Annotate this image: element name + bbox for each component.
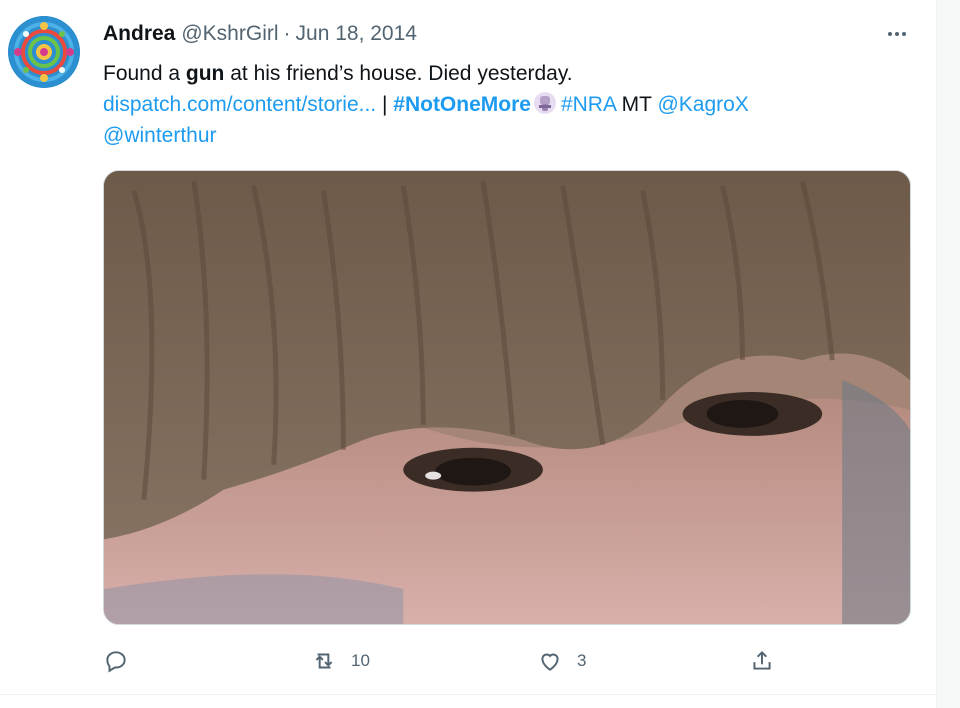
like-count: 3 <box>577 651 587 670</box>
share-button[interactable] <box>749 645 775 677</box>
tweet-line-1: Found a gun at his friend’s house. Died … <box>103 58 903 89</box>
article-link[interactable]: dispatch.com/content/storie... <box>103 93 376 116</box>
right-panel-edge <box>936 0 960 708</box>
mt-text: MT <box>615 93 658 116</box>
retweet-icon <box>315 653 333 669</box>
tweet-actions: 10 3 <box>103 645 803 677</box>
tweet-header: Andrea @KshrGirl · Jun 18, 2014 <box>103 20 417 48</box>
author-name[interactable]: Andrea <box>103 22 175 46</box>
tweet[interactable]: Andrea @KshrGirl · Jun 18, 2014 Found a … <box>0 0 936 708</box>
like-button[interactable]: 3 <box>537 645 586 677</box>
mention-kagrox[interactable]: @KagroX <box>657 93 748 116</box>
heart-icon <box>541 653 559 671</box>
share-icon <box>753 650 771 670</box>
reply-icon <box>106 651 126 673</box>
tweet-line-2: dispatch.com/content/storie... | #NotOne… <box>103 89 903 120</box>
tweet-text-part1: Found a <box>103 62 186 85</box>
hashtag-notonemore[interactable]: #NotOneMore <box>393 93 531 116</box>
retweet-count: 10 <box>351 651 370 670</box>
tweet-photo[interactable] <box>103 170 911 625</box>
pipe-separator: | <box>376 93 394 116</box>
hashtag-nra[interactable]: #NRA <box>561 93 616 116</box>
tweet-text-bold: gun <box>185 62 225 85</box>
fist-emoji-icon <box>533 92 556 114</box>
author-handle[interactable]: @KshrGirl <box>181 22 278 46</box>
retweet-button[interactable]: 10 <box>311 645 370 677</box>
more-options-button[interactable] <box>880 20 914 48</box>
avatar[interactable] <box>8 16 80 88</box>
tweet-text: Found a gun at his friend’s house. Died … <box>103 58 903 151</box>
tweet-divider <box>0 694 936 695</box>
more-horizontal-icon <box>888 32 906 36</box>
mention-winterthur[interactable]: @winterthur <box>103 124 217 147</box>
reply-button[interactable] <box>103 645 129 677</box>
date-separator: · <box>283 22 291 45</box>
tweet-line-3: @winterthur <box>103 120 903 151</box>
tweet-text-part2: at his friend’s house. Died yesterday. <box>224 62 573 85</box>
tweet-date[interactable]: Jun 18, 2014 <box>296 22 417 46</box>
